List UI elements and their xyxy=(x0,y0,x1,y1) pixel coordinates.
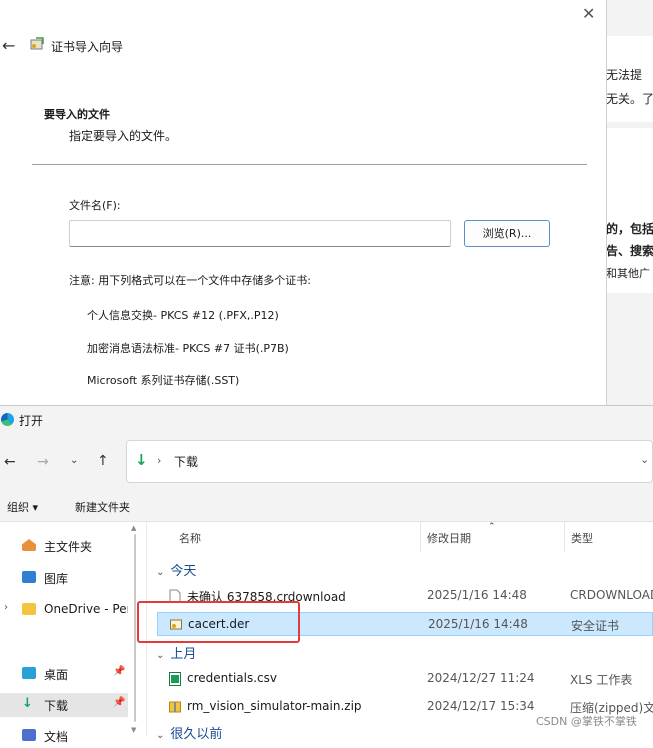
pin-icon: 📌 xyxy=(113,697,126,708)
folder-icon xyxy=(22,603,36,615)
file-name-label: 文件名(F): xyxy=(69,199,121,212)
desktop-icon xyxy=(22,667,36,679)
pin-icon: 📌 xyxy=(113,666,126,677)
format-item: 个人信息交换- PKCS #12 (.PFX,.P12) xyxy=(87,309,279,322)
close-icon[interactable]: ✕ xyxy=(582,4,595,23)
wizard-title: 证书导入向导 xyxy=(51,40,124,54)
document-icon xyxy=(22,729,36,741)
forward-icon[interactable]: → xyxy=(37,454,49,470)
column-header-name[interactable]: 名称 xyxy=(179,530,201,546)
file-date: 2024/12/27 11:24 xyxy=(427,671,535,685)
chevron-right-icon: › xyxy=(157,454,162,467)
nav-item-home[interactable]: 主文件夹 xyxy=(0,534,128,558)
chevron-down-icon[interactable]: ⌄ xyxy=(156,730,164,741)
background-text: 告、搜索 xyxy=(606,244,653,258)
file-name: rm_vision_simulator-main.zip xyxy=(187,699,362,713)
format-item: 加密消息语法标准- PKCS #7 证书(.P7B) xyxy=(87,342,289,355)
certificate-wizard-icon xyxy=(30,37,44,50)
column-divider[interactable] xyxy=(564,522,565,552)
file-row[interactable]: credentials.csv 2024/12/27 11:24 XLS 工作表 xyxy=(157,667,653,691)
background-text: 的，包括 xyxy=(606,222,653,236)
column-header-modified[interactable]: 修改日期 xyxy=(427,530,471,546)
download-icon: ↓ xyxy=(135,451,148,469)
organize-button[interactable]: 组织 ▾ xyxy=(7,499,38,515)
navigation-pane: 主文件夹 图库 › OneDrive - Personal 桌面 📌 ↓ 下载 … xyxy=(0,522,128,744)
file-type: XLS 工作表 xyxy=(570,673,633,687)
watermark-text: CSDN @掌铁不掌铁 xyxy=(536,715,637,728)
background-text: 无关。了解 xyxy=(606,92,653,106)
file-date: 2025/1/16 14:48 xyxy=(427,588,527,602)
browse-button[interactable]: 浏览(R)... xyxy=(464,220,550,247)
scroll-up-icon[interactable]: ▲ xyxy=(131,524,136,532)
chevron-down-icon[interactable]: ⌄ xyxy=(156,650,164,661)
section-subtitle: 指定要导入的文件。 xyxy=(69,129,178,143)
browser-app-icon xyxy=(1,413,14,426)
format-note: 注意: 用下列格式可以在一个文件中存储多个证书: xyxy=(69,274,311,287)
spreadsheet-file-icon xyxy=(169,672,181,686)
back-icon[interactable]: ← xyxy=(4,454,16,470)
column-header-type[interactable]: 类型 xyxy=(571,530,593,546)
nav-item-onedrive[interactable]: › OneDrive - Personal xyxy=(0,598,128,622)
annotation-highlight-box xyxy=(137,601,300,643)
zip-file-icon xyxy=(169,701,181,713)
address-bar[interactable]: ↓ › 下载 ⌄ xyxy=(126,440,653,483)
recent-locations-icon[interactable]: ⌄ xyxy=(70,455,78,466)
file-date: 2024/12/17 15:34 xyxy=(427,699,535,713)
group-header[interactable]: ⌄ 很久以前 xyxy=(156,723,222,742)
chevron-down-icon[interactable]: ⌄ xyxy=(156,567,164,578)
format-item: Microsoft 系列证书存储(.SST) xyxy=(87,374,240,387)
background-panel: 无法提 无关。了解 xyxy=(604,36,653,122)
chevron-down-icon[interactable]: ⌄ xyxy=(640,453,649,466)
background-text: 无法提 xyxy=(606,68,643,82)
file-type: 安全证书 xyxy=(571,619,620,633)
background-text: 和其他广 xyxy=(606,267,650,280)
nav-item-desktop[interactable]: 桌面 📌 xyxy=(0,662,128,686)
nav-item-gallery[interactable]: 图库 xyxy=(0,566,128,590)
group-header[interactable]: ⌄ 今天 xyxy=(156,560,196,579)
dialog-title: 打开 xyxy=(19,414,44,428)
file-name-input[interactable] xyxy=(69,220,451,247)
section-title: 要导入的文件 xyxy=(44,108,110,121)
group-header[interactable]: ⌄ 上月 xyxy=(156,643,196,662)
nav-scrollbar[interactable] xyxy=(134,534,136,722)
chevron-right-icon[interactable]: › xyxy=(4,602,8,613)
file-name: credentials.csv xyxy=(187,671,277,685)
new-folder-button[interactable]: 新建文件夹 xyxy=(75,499,130,515)
sort-up-icon: ⌃ xyxy=(488,522,496,532)
home-icon xyxy=(22,539,36,551)
divider xyxy=(32,164,587,165)
scroll-down-icon[interactable]: ▼ xyxy=(131,726,136,734)
up-arrow-icon[interactable]: ↑ xyxy=(97,453,109,469)
background-panel: 的，包括 告、搜索 和其他广 xyxy=(604,128,653,293)
column-divider[interactable] xyxy=(420,522,421,552)
nav-item-documents[interactable]: 文档 xyxy=(0,724,128,748)
file-type: CRDOWNLOAD xyxy=(570,588,653,602)
nav-item-downloads[interactable]: ↓ 下载 📌 xyxy=(0,693,128,717)
gallery-icon xyxy=(22,571,36,583)
certificate-import-wizard: ✕ ← 证书导入向导 要导入的文件 指定要导入的文件。 文件名(F): 浏览(R… xyxy=(0,0,607,405)
back-arrow-icon[interactable]: ← xyxy=(2,36,15,55)
address-path: 下载 xyxy=(174,455,199,469)
download-icon: ↓ xyxy=(22,696,33,711)
file-date: 2025/1/16 14:48 xyxy=(428,617,528,631)
